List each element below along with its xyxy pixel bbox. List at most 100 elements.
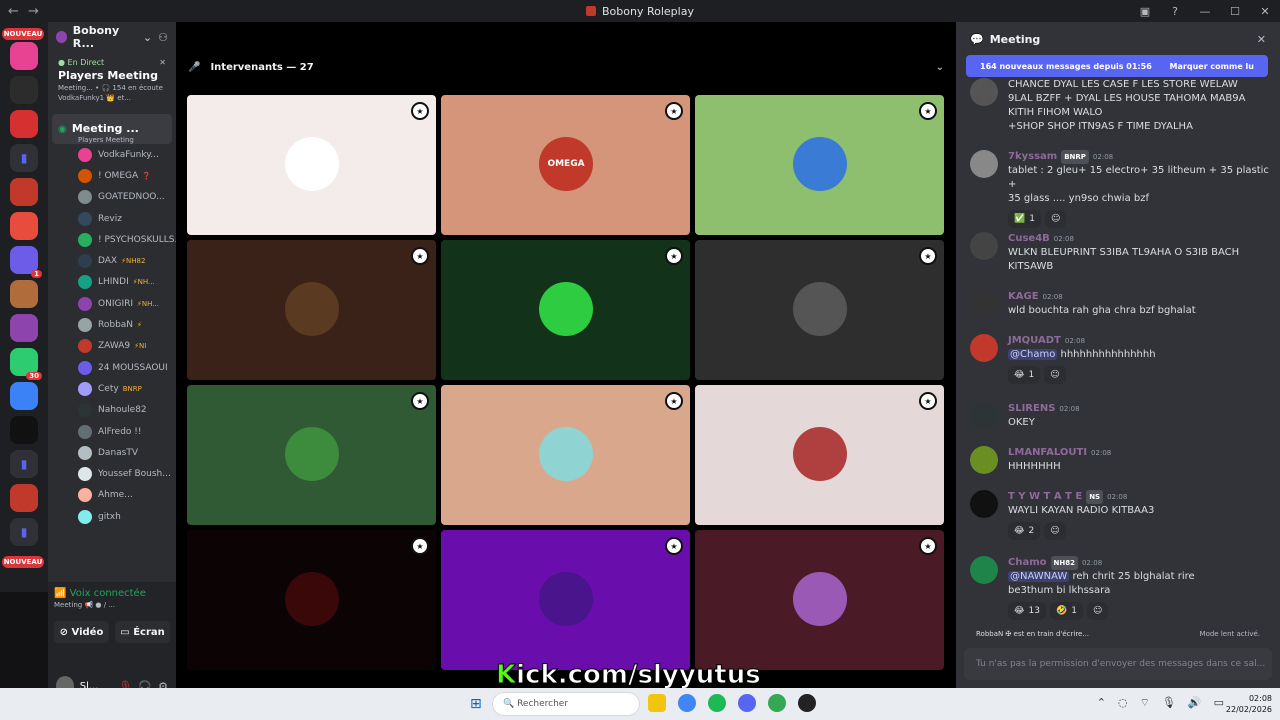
member-item[interactable]: gitxh bbox=[48, 506, 176, 527]
server-icon[interactable] bbox=[10, 484, 38, 512]
speaker-tile[interactable]: ★ VODKA bbox=[187, 95, 436, 235]
member-item[interactable]: Reviz bbox=[48, 208, 176, 229]
author-name[interactable]: SLIRENS bbox=[1008, 403, 1055, 414]
reaction[interactable]: 😂 13 bbox=[1008, 602, 1046, 620]
server-icon[interactable] bbox=[10, 110, 38, 138]
maximize-button[interactable]: ☐ bbox=[1220, 5, 1250, 18]
server-icon[interactable] bbox=[10, 212, 38, 240]
server-icon[interactable]: ▮ bbox=[10, 518, 38, 546]
taskbar-search[interactable]: 🔍 Rechercher bbox=[492, 692, 640, 716]
member-item[interactable]: ONIGIRI ⚡NH... bbox=[48, 293, 176, 314]
server-icon[interactable] bbox=[10, 314, 38, 342]
server-icon[interactable] bbox=[10, 178, 38, 206]
battery-icon[interactable]: ▭ bbox=[1214, 696, 1224, 710]
screen-button[interactable]: ▭ Écran bbox=[115, 621, 170, 643]
member-item[interactable]: Ahme... bbox=[48, 485, 176, 506]
member-item[interactable]: Cety BNRP bbox=[48, 378, 176, 399]
server-icon[interactable]: ▮ bbox=[10, 144, 38, 172]
server-icon[interactable] bbox=[10, 382, 38, 410]
member-item[interactable]: Youssef Boush... bbox=[48, 463, 176, 484]
live-title[interactable]: Players Meeting bbox=[58, 69, 166, 82]
speaker-tile[interactable]: ★ OMEGA bbox=[441, 95, 690, 235]
member-item[interactable]: GOATEDNOO... bbox=[48, 187, 176, 208]
stage-channel[interactable]: ◉ Meeting ... Players Meeting bbox=[52, 114, 172, 144]
speaker-tile[interactable]: ★ bbox=[441, 530, 690, 670]
server-icon[interactable] bbox=[10, 42, 38, 70]
server-icon[interactable]: 30 bbox=[10, 348, 42, 380]
mark-read-button[interactable]: Marquer comme lu bbox=[1170, 62, 1254, 71]
member-item[interactable]: 24 MOUSSAOUI bbox=[48, 357, 176, 378]
avatar[interactable] bbox=[970, 402, 998, 430]
speaker-tile[interactable]: ★ bbox=[187, 240, 436, 380]
app-icon[interactable] bbox=[798, 694, 816, 712]
add-reaction-icon[interactable]: ☺ bbox=[1044, 366, 1066, 384]
avatar[interactable] bbox=[970, 446, 998, 474]
author-name[interactable]: JMQUADT bbox=[1008, 335, 1061, 346]
member-item[interactable]: ZAWA9 ⚡NI bbox=[48, 336, 176, 357]
discord-icon[interactable] bbox=[738, 694, 756, 712]
chevron-down-icon[interactable]: ⌄ bbox=[143, 31, 152, 44]
mic-icon[interactable]: 🎙 bbox=[1162, 696, 1176, 710]
member-item[interactable]: VodkaFunky... bbox=[48, 144, 176, 165]
windows-start-icon[interactable]: ⊞ bbox=[470, 696, 486, 712]
server-icon[interactable]: ▮ bbox=[10, 450, 38, 478]
author-name[interactable]: Cuse4B bbox=[1008, 233, 1050, 244]
help-icon[interactable]: ? bbox=[1160, 5, 1190, 18]
server-icon[interactable]: 1 bbox=[10, 246, 42, 278]
minimize-button[interactable]: — bbox=[1190, 5, 1220, 18]
close-button[interactable]: ✕ bbox=[1250, 5, 1280, 18]
add-reaction-icon[interactable]: ☺ bbox=[1086, 602, 1109, 620]
avatar[interactable] bbox=[970, 78, 998, 106]
member-item[interactable]: RobbaN ⚡ bbox=[48, 314, 176, 335]
inbox-icon[interactable]: ▣ bbox=[1130, 5, 1160, 18]
close-icon[interactable]: ✕ bbox=[1257, 33, 1266, 46]
server-icon[interactable] bbox=[10, 280, 38, 308]
network-icon[interactable]: ◌ bbox=[1118, 696, 1128, 710]
avatar[interactable] bbox=[970, 290, 998, 318]
member-item[interactable]: DAX ⚡NH82 bbox=[48, 250, 176, 271]
member-item[interactable]: ! PSYCHOSKULLS... bbox=[48, 229, 176, 250]
avatar[interactable] bbox=[970, 150, 998, 178]
speaker-tile[interactable]: ★ bbox=[187, 385, 436, 525]
add-member-icon[interactable]: ⚇ bbox=[158, 31, 168, 44]
speaker-icon[interactable]: 🔊 bbox=[1188, 696, 1202, 710]
mention[interactable]: @NAWNAW bbox=[1008, 571, 1070, 582]
author-name[interactable]: LMANFALOUTI bbox=[1008, 447, 1087, 458]
speaker-tile[interactable]: ★ bbox=[441, 240, 690, 380]
speaker-tile[interactable]: ★ bbox=[441, 385, 690, 525]
video-button[interactable]: ⊘ Vidéo bbox=[54, 621, 109, 643]
file-explorer-icon[interactable] bbox=[648, 694, 666, 712]
reaction[interactable]: 😂 2 bbox=[1008, 522, 1041, 540]
speaker-tile[interactable]: ★ bbox=[695, 95, 944, 235]
speaker-tile[interactable]: ★ bbox=[187, 530, 436, 670]
avatar[interactable] bbox=[970, 232, 998, 260]
spotify-icon[interactable] bbox=[708, 694, 726, 712]
member-item[interactable]: LHINDI ⚡NH... bbox=[48, 272, 176, 293]
avatar[interactable] bbox=[970, 556, 998, 584]
server-icon[interactable] bbox=[10, 76, 38, 104]
voice-sub[interactable]: Meeting 📢 ● / ... bbox=[54, 601, 170, 609]
author-name[interactable]: KAGE bbox=[1008, 291, 1039, 302]
avatar[interactable] bbox=[970, 490, 998, 518]
chevron-down-icon[interactable]: ⌄ bbox=[936, 62, 944, 73]
member-item[interactable]: DanasTV bbox=[48, 442, 176, 463]
server-icon[interactable] bbox=[10, 416, 38, 444]
clock[interactable]: 02:08 22/02/2026 bbox=[1226, 693, 1272, 715]
speaker-tile[interactable]: ★ bbox=[695, 530, 944, 670]
wifi-icon[interactable]: ⌔ bbox=[1140, 696, 1150, 710]
reaction[interactable]: ✅ 1 bbox=[1008, 210, 1041, 228]
message-input[interactable]: Tu n'as pas la permission d'envoyer des … bbox=[964, 648, 1272, 680]
chrome-profile-icon[interactable] bbox=[768, 694, 786, 712]
chevron-up-icon[interactable]: ⌃ bbox=[1097, 696, 1106, 710]
avatar[interactable] bbox=[970, 334, 998, 362]
reaction[interactable]: 🤣 1 bbox=[1049, 602, 1083, 620]
author-name[interactable]: Chamo bbox=[1008, 557, 1047, 568]
member-item[interactable]: Nahoule82 bbox=[48, 400, 176, 421]
add-reaction-icon[interactable]: ☺ bbox=[1044, 522, 1066, 540]
member-item[interactable]: ! OMEGA ❓ bbox=[48, 165, 176, 186]
close-icon[interactable]: ✕ bbox=[159, 58, 166, 67]
reaction[interactable]: 😂 1 bbox=[1008, 366, 1041, 384]
author-name[interactable]: 7kyssam bbox=[1008, 151, 1057, 162]
add-reaction-icon[interactable]: ☺ bbox=[1044, 210, 1067, 228]
speaker-tile[interactable]: ★ bbox=[695, 385, 944, 525]
